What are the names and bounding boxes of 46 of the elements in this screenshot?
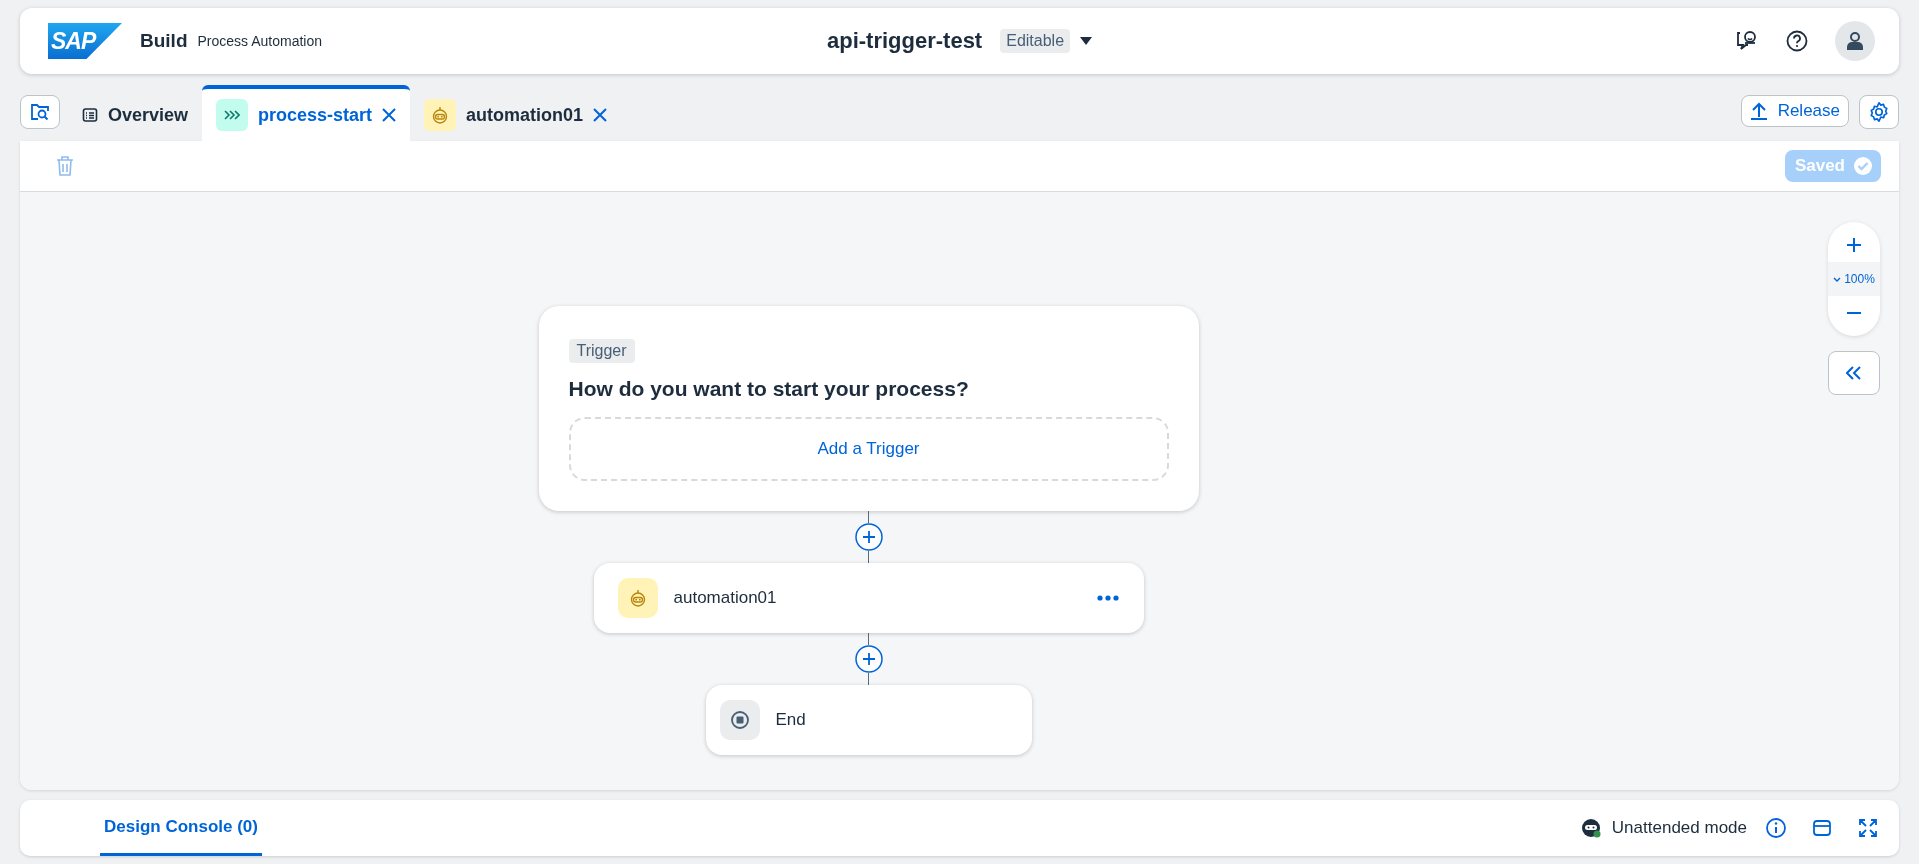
chevrons-icon [216,99,249,131]
status-tag: Editable [1000,29,1071,53]
add-trigger-button[interactable]: Add a Trigger [568,417,1169,481]
console-tab[interactable]: Design Console (0) [100,800,262,856]
zoom-level-dropdown[interactable]: 100% [1828,262,1880,296]
more-icon[interactable] [1095,594,1120,602]
project-title: api-trigger-test [826,28,983,54]
product-name: Build [140,30,188,52]
editor-tab[interactable]: process-start [202,85,411,141]
mode-label: Unattended mode [1611,818,1747,838]
close-icon[interactable] [382,108,397,122]
close-icon[interactable] [593,108,608,122]
settings-icon [1868,101,1890,123]
double-chevron-left-icon [1846,366,1862,380]
editor-tab[interactable]: automation01 [410,85,622,141]
search-icon [30,103,50,121]
expand-icon[interactable] [1857,817,1879,839]
caret-icon[interactable] [1080,37,1093,45]
robot-icon [424,99,457,131]
sap-logo[interactable]: SAP [48,23,122,59]
step-label: automation01 [673,588,777,608]
collapse-button[interactable] [1828,351,1880,395]
stop-icon [719,700,760,740]
user-avatar[interactable] [1835,21,1875,61]
robot-icon [617,578,658,618]
upload-icon [1749,102,1768,120]
info-icon[interactable] [1765,817,1787,839]
step-card[interactable]: End [705,685,1032,755]
feedback-icon[interactable] [1735,29,1759,53]
step-card[interactable]: automation01 [593,563,1144,633]
editor-tab[interactable]: Overview [68,85,203,141]
help-icon[interactable] [1785,29,1809,53]
settings-button[interactable] [1859,95,1899,129]
add-step-button[interactable] [854,645,883,673]
product-subtitle: Process Automation [197,33,322,49]
list-icon [82,107,98,123]
trigger-tag: Trigger [568,339,635,363]
robot-icon [1579,817,1602,839]
add-step-button[interactable] [854,523,883,551]
step-label: End [775,710,806,730]
release-button[interactable]: Release [1740,95,1849,127]
chevron-down-icon [1833,276,1842,282]
check-icon [1853,156,1873,176]
trigger-question: How do you want to start your process? [568,377,970,401]
panel-icon[interactable] [1811,817,1833,839]
search-button[interactable] [20,95,60,129]
